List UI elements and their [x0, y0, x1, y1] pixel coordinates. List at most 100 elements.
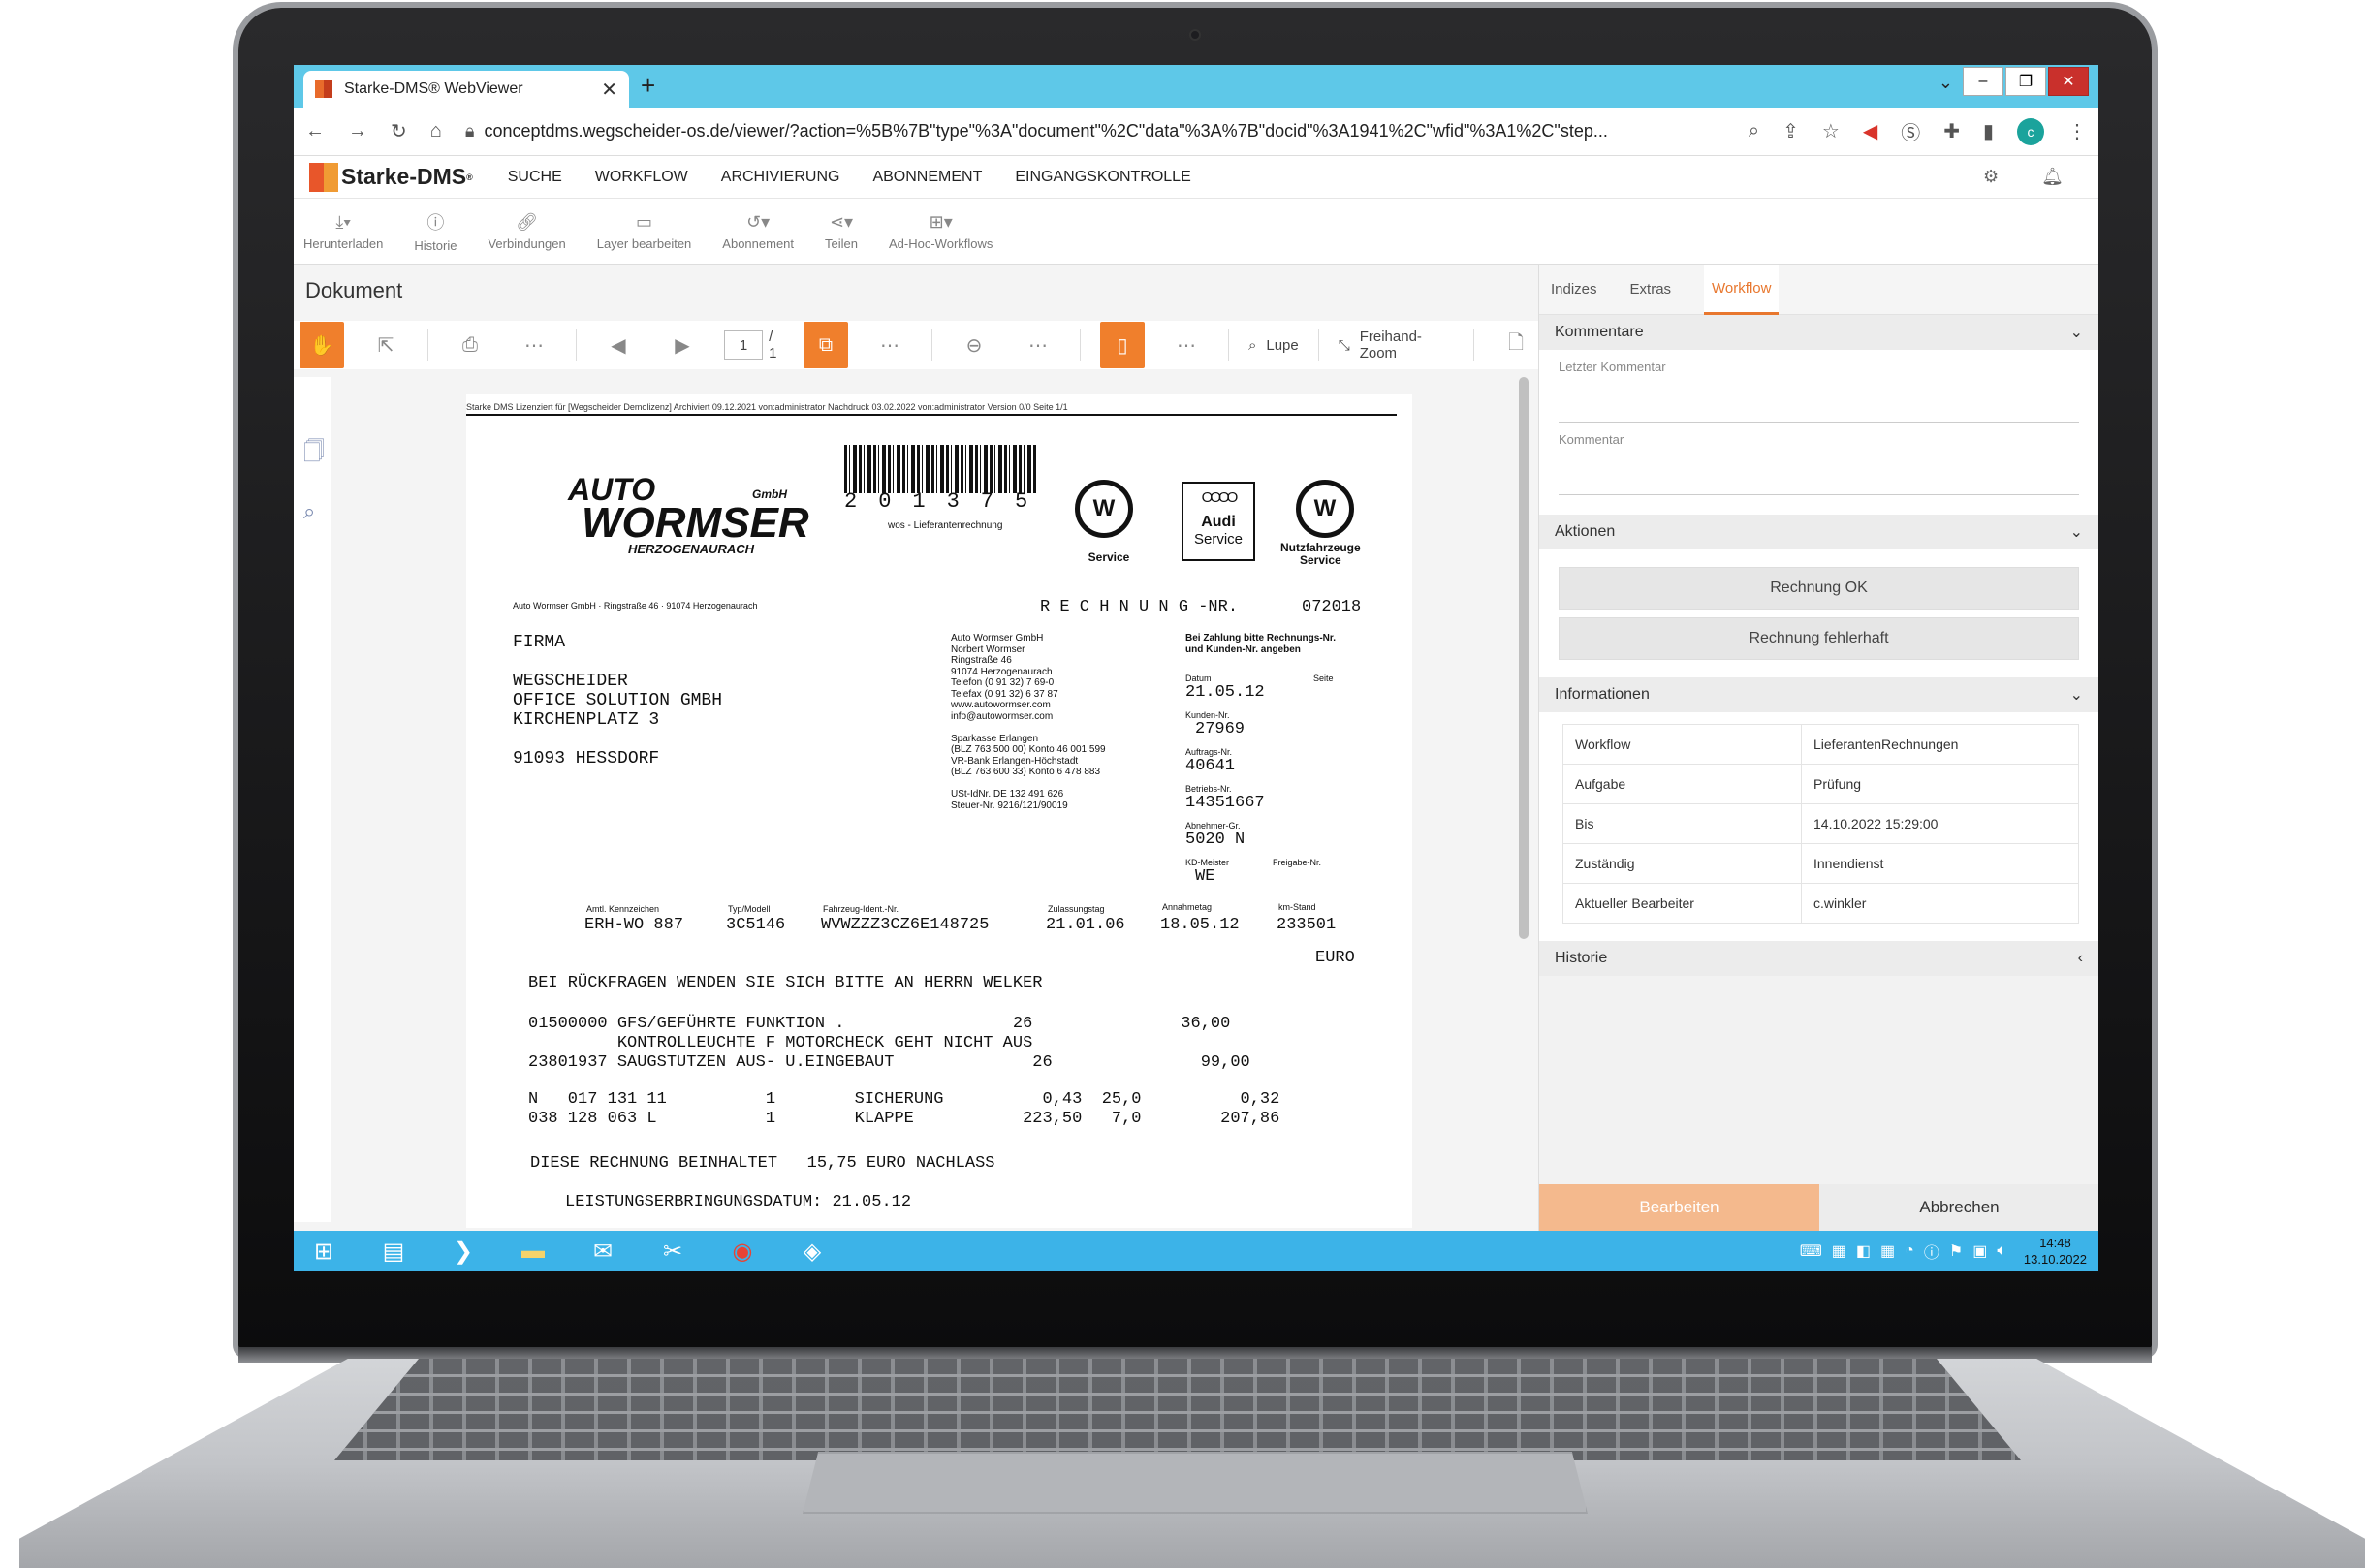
favicon-icon — [315, 80, 332, 98]
zoom-icon[interactable]: ⌕ — [1749, 120, 1759, 142]
toolbar-verbindungen[interactable]: 🔗︎ Verbindungen — [488, 212, 565, 251]
print-icon[interactable]: ⎙ — [448, 322, 492, 368]
snipping-tool-icon[interactable]: ✂ — [648, 1231, 697, 1271]
menu-abonnement[interactable]: ABONNEMENT — [872, 169, 982, 186]
share-icon[interactable]: ⇪ — [1782, 119, 1799, 143]
more-icon[interactable]: ⋯ — [512, 322, 556, 368]
pages-thumbnail-icon[interactable]: 🗍 — [303, 435, 331, 472]
webcam — [1189, 29, 1201, 41]
tab-extras[interactable]: Extras — [1630, 281, 1672, 298]
toolbar-herunterladen[interactable]: ⤓▾ Herunterladen — [303, 212, 383, 251]
outlook-icon[interactable]: ✉ — [579, 1231, 627, 1271]
volume-icon[interactable]: 🔈︎ — [1997, 1242, 2006, 1260]
browser-menu-icon[interactable]: ⋮ — [2067, 119, 2087, 143]
page-indicator: 1 / 1 — [724, 329, 784, 361]
minimize-button[interactable]: – — [1963, 67, 2003, 96]
restore-button[interactable]: ❐ — [2005, 67, 2046, 96]
tray-app-icon[interactable]: ◧ — [1856, 1241, 1871, 1261]
forward-icon[interactable]: → — [348, 120, 367, 142]
tab-indizes[interactable]: Indizes — [1551, 281, 1597, 298]
more-icon[interactable]: ⋯ — [1016, 322, 1060, 368]
tray-app-icon[interactable]: ▦ — [1880, 1241, 1895, 1261]
starke-dms-logo[interactable]: Starke-DMS ® — [309, 162, 473, 192]
bookmark-star-icon[interactable]: ☆ — [1822, 119, 1840, 143]
keyboard-icon[interactable]: ⌨ — [1800, 1241, 1822, 1261]
single-page-icon[interactable]: ▯ — [1099, 322, 1145, 368]
tab-search-chevron-icon[interactable]: ⌄ — [1939, 73, 1953, 93]
windows-start-icon[interactable]: ⊞ — [300, 1231, 348, 1271]
new-tab-button[interactable]: + — [641, 71, 655, 101]
prev-page-icon[interactable]: ◀ — [596, 322, 641, 368]
toolbar-teilen[interactable]: ⋖▾ Teilen — [825, 212, 858, 251]
tab-close-icon[interactable]: ✕ — [601, 78, 617, 102]
next-page-icon[interactable]: ▶ — [660, 322, 705, 368]
remote-app-icon[interactable]: ◈ — [788, 1231, 836, 1271]
informationen-header[interactable]: Informationen ⌄ — [1539, 677, 2098, 712]
menu-archivierung[interactable]: ARCHIVIERUNG — [721, 169, 840, 186]
more-icon[interactable]: ⋯ — [867, 322, 912, 368]
tray-app-icon[interactable]: ▦ — [1832, 1241, 1846, 1261]
info-key: Bis — [1562, 803, 1802, 844]
back-icon[interactable]: ← — [305, 120, 325, 142]
rechnung-ok-button[interactable]: Rechnung OK — [1559, 567, 2079, 610]
menu-eingangskontrolle[interactable]: EINGANGSKONTROLLE — [1015, 169, 1190, 186]
barcode-number: 201375 — [844, 489, 1050, 514]
more-icon[interactable]: ⋯ — [1164, 322, 1209, 368]
network-icon[interactable]: ▣ — [1972, 1241, 1987, 1261]
section-title: Informationen — [1555, 686, 1650, 703]
browser-tab[interactable]: Starke-DMS® WebViewer ✕ — [303, 71, 629, 108]
letzter-kommentar-field[interactable] — [1559, 384, 2079, 423]
reload-icon[interactable]: ↻ — [391, 119, 407, 143]
file-explorer-icon[interactable]: ▬ — [509, 1231, 557, 1271]
tab-title: Starke-DMS® WebViewer — [344, 80, 523, 97]
auftrags-label: Auftrags-Nr. — [1185, 747, 1233, 757]
toolbar-layer-bearbeiten[interactable]: ▭ Layer bearbeiten — [597, 212, 692, 251]
server-manager-icon[interactable]: ▤ — [369, 1231, 418, 1271]
page-input[interactable]: 1 — [724, 330, 764, 360]
tray-app-icon[interactable]: ◔ — [1905, 1242, 1914, 1260]
section-title: Aktionen — [1555, 523, 1616, 540]
freihand-zoom-button[interactable]: ⤡ Freihand-Zoom — [1339, 329, 1454, 361]
bearbeiten-button[interactable]: Bearbeiten — [1539, 1184, 1819, 1231]
profile-avatar[interactable]: c — [2017, 117, 2044, 145]
close-window-button[interactable]: ✕ — [2048, 67, 2089, 96]
kunden-label: Kunden-Nr. — [1185, 710, 1230, 720]
settings-gear-icon[interactable]: ⚙ — [1983, 167, 1999, 187]
fit-page-icon[interactable]: ⧉ — [804, 322, 849, 368]
audi-text: Audi — [1201, 514, 1236, 530]
aktionen-header[interactable]: Aktionen ⌄ — [1539, 515, 2098, 549]
chevron-down-icon: ⌄ — [2069, 524, 2083, 541]
lupe-button[interactable]: ⌕ Lupe — [1248, 337, 1299, 354]
freihand-label: Freihand-Zoom — [1359, 329, 1422, 361]
chrome-icon[interactable]: ◉ — [718, 1231, 767, 1271]
home-icon[interactable]: ⌂ — [430, 120, 442, 142]
rechnung-fehlerhaft-button[interactable]: Rechnung fehlerhaft — [1559, 617, 2079, 660]
menu-workflow[interactable]: WORKFLOW — [595, 169, 688, 186]
hand-tool-icon[interactable]: ✋ — [300, 322, 345, 368]
historie-header[interactable]: Historie ‹ — [1539, 941, 2098, 976]
tray-app-icon[interactable]: ⓘ — [1924, 1239, 1939, 1263]
taskbar-clock[interactable]: 14:48 13.10.2022 — [2024, 1235, 2087, 1268]
toolbar-historie[interactable]: ⓘ Historie — [414, 209, 457, 253]
zoom-out-icon[interactable]: ⊖ — [952, 322, 996, 368]
side-panel-icon[interactable]: ▮ — [1983, 119, 1994, 143]
select-tool-icon[interactable]: ⇱ — [363, 322, 408, 368]
toolbar-ad-hoc-workflows[interactable]: ⊞▾ Ad-Hoc-Workflows — [889, 212, 993, 251]
tab-workflow[interactable]: Workflow — [1704, 264, 1780, 315]
extension-pdf-icon[interactable]: ◀ — [1863, 119, 1877, 143]
flag-icon[interactable]: ⚑ — [1949, 1241, 1963, 1261]
scrollbar[interactable] — [1519, 377, 1529, 939]
toolbar-abonnement[interactable]: ↺▾ Abonnement — [722, 212, 794, 251]
notification-bell-icon[interactable]: 🔔︎ — [2041, 167, 2064, 187]
menu-suche[interactable]: SUCHE — [508, 169, 562, 186]
search-icon[interactable]: ⌕ — [303, 499, 331, 524]
kommentar-field[interactable] — [1559, 456, 2079, 495]
url-field[interactable]: 🔒︎ conceptdms.wegscheider-os.de/viewer/?a… — [465, 121, 1725, 141]
abbrechen-button[interactable]: Abbrechen — [1819, 1184, 2098, 1231]
extension-skype-icon[interactable]: Ⓢ — [1901, 117, 1920, 145]
kommentare-header[interactable]: Kommentare ⌄ — [1539, 315, 2098, 350]
layer-icon: ▭ — [636, 211, 653, 232]
powershell-icon[interactable]: ❯ — [439, 1231, 488, 1271]
document-settings-icon[interactable]: 🗋 — [1494, 322, 1538, 368]
extensions-puzzle-icon[interactable]: ✚ — [1943, 119, 1960, 143]
